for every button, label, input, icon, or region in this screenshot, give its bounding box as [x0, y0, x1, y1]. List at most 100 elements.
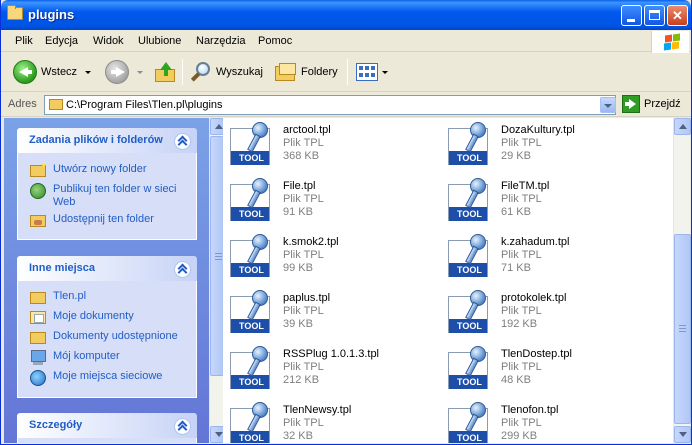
- file-item[interactable]: TOOL Tlenofon.tpl Plik TPL 299 KB: [445, 400, 645, 443]
- go-label: Przejdź: [644, 98, 681, 110]
- scroll-down-button[interactable]: [210, 426, 224, 443]
- windows-logo-icon: [651, 31, 689, 53]
- place-my-computer[interactable]: Mój komputer: [30, 350, 120, 365]
- file-name: Tlenofon.tpl: [501, 404, 559, 416]
- file-icon-label: TOOL: [449, 207, 487, 221]
- file-name: File.tpl: [283, 180, 316, 192]
- up-folder-button[interactable]: [154, 57, 176, 87]
- views-button[interactable]: [356, 57, 388, 87]
- back-button[interactable]: Wstecz: [13, 57, 77, 87]
- file-type: Plik TPL: [501, 361, 542, 373]
- file-type: Plik TPL: [501, 417, 542, 429]
- file-icon-label: TOOL: [231, 319, 269, 333]
- task-pane: Zadania plików i folderów Utwórz nowy fo…: [4, 118, 209, 443]
- task-publish-web[interactable]: Publikuj ten folder w sieci Web: [30, 183, 195, 209]
- file-type: Plik TPL: [501, 193, 542, 205]
- other-places-panel: Tlen.pl Moje dokumenty Dokumenty udostęp…: [17, 281, 197, 398]
- menu-view[interactable]: Widok: [93, 35, 124, 47]
- scroll-up-button[interactable]: [210, 118, 224, 135]
- tool-file-icon: TOOL: [230, 402, 276, 443]
- address-bar: Adres C:\Program Files\Tlen.pl\plugins P…: [1, 93, 691, 117]
- maximize-button[interactable]: [644, 5, 665, 26]
- scroll-down-button[interactable]: [674, 426, 691, 443]
- file-item[interactable]: TOOL TlenNewsy.tpl Plik TPL 32 KB: [227, 400, 427, 443]
- place-tlen[interactable]: Tlen.pl: [30, 290, 86, 304]
- file-type: Plik TPL: [283, 193, 324, 205]
- file-type: Plik TPL: [283, 305, 324, 317]
- tool-file-icon: TOOL: [230, 290, 276, 335]
- shared-documents-icon: [30, 332, 46, 344]
- collapse-icon[interactable]: [174, 418, 191, 435]
- file-item[interactable]: TOOL protokolek.tpl Plik TPL 192 KB: [445, 288, 645, 338]
- file-item[interactable]: TOOL arctool.tpl Plik TPL 368 KB: [227, 120, 427, 170]
- menu-file[interactable]: Plik: [15, 35, 33, 47]
- file-tasks-header[interactable]: Zadania plików i folderów: [17, 128, 197, 153]
- address-dropdown-button[interactable]: [600, 97, 616, 113]
- go-button[interactable]: Przejdź: [622, 95, 681, 113]
- file-size: 91 KB: [283, 206, 313, 218]
- forward-dropdown[interactable]: [137, 57, 143, 87]
- forward-arrow-icon: [105, 60, 129, 84]
- back-dropdown[interactable]: [85, 57, 91, 87]
- network-icon: [30, 370, 46, 386]
- title-bar[interactable]: plugins ✕: [1, 0, 691, 30]
- toolbar: Wstecz Wyszukaj Foldery: [1, 53, 691, 92]
- place-shared-documents[interactable]: Dokumenty udostępnione: [30, 330, 178, 344]
- explorer-window: plugins ✕ Plik Edycja Widok Ulubione Nar…: [0, 0, 692, 445]
- file-name: DozaKultury.tpl: [501, 124, 575, 136]
- task-pane-scrollbar[interactable]: [209, 118, 224, 443]
- scroll-thumb[interactable]: [674, 234, 691, 424]
- scroll-up-button[interactable]: [674, 118, 691, 135]
- file-item[interactable]: TOOL k.smok2.tpl Plik TPL 99 KB: [227, 232, 427, 282]
- file-item[interactable]: TOOL TlenDostep.tpl Plik TPL 48 KB: [445, 344, 645, 394]
- address-input[interactable]: C:\Program Files\Tlen.pl\plugins: [44, 95, 616, 115]
- menu-tools[interactable]: Narzędzia: [196, 35, 246, 47]
- minimize-button[interactable]: [621, 5, 642, 26]
- file-item[interactable]: TOOL paplus.tpl Plik TPL 39 KB: [227, 288, 427, 338]
- file-icon-label: TOOL: [449, 431, 487, 443]
- chevron-down-icon: [137, 70, 143, 74]
- file-name: arctool.tpl: [283, 124, 331, 136]
- tool-file-icon: TOOL: [448, 178, 494, 223]
- file-icon-label: TOOL: [449, 263, 487, 277]
- menu-bar: Plik Edycja Widok Ulubione Narzędzia Pom…: [1, 30, 691, 52]
- menu-favorites[interactable]: Ulubione: [138, 35, 181, 47]
- close-icon: ✕: [672, 8, 683, 23]
- file-name: paplus.tpl: [283, 292, 331, 304]
- close-button[interactable]: ✕: [667, 5, 688, 26]
- file-type: Plik TPL: [283, 137, 324, 149]
- file-size: 48 KB: [501, 374, 531, 386]
- file-size: 29 KB: [501, 150, 531, 162]
- task-new-folder[interactable]: Utwórz nowy folder: [30, 160, 147, 177]
- other-places-header[interactable]: Inne miejsca: [17, 256, 197, 281]
- file-item[interactable]: TOOL RSSPlug 1.0.1.3.tpl Plik TPL 212 KB: [227, 344, 427, 394]
- menu-help[interactable]: Pomoc: [258, 35, 292, 47]
- place-my-documents[interactable]: Moje dokumenty: [30, 310, 134, 324]
- tool-file-icon: TOOL: [448, 290, 494, 335]
- forward-button[interactable]: [105, 57, 129, 87]
- file-size: 61 KB: [501, 206, 531, 218]
- task-share-folder[interactable]: Udostępnij ten folder: [30, 213, 154, 227]
- file-item[interactable]: TOOL File.tpl Plik TPL 91 KB: [227, 176, 427, 226]
- file-size: 71 KB: [501, 262, 531, 274]
- collapse-icon[interactable]: [174, 133, 191, 150]
- file-list-scrollbar[interactable]: [673, 118, 691, 443]
- details-header[interactable]: Szczegóły: [17, 413, 197, 438]
- file-icon-label: TOOL: [449, 151, 487, 165]
- file-item[interactable]: TOOL DozaKultury.tpl Plik TPL 29 KB: [445, 120, 645, 170]
- file-type: Plik TPL: [501, 137, 542, 149]
- search-button[interactable]: Wyszukaj: [190, 57, 263, 87]
- tool-file-icon: TOOL: [448, 122, 494, 167]
- file-size: 192 KB: [501, 318, 538, 330]
- file-item[interactable]: TOOL FileTM.tpl Plik TPL 61 KB: [445, 176, 645, 226]
- folders-button[interactable]: Foldery: [275, 57, 338, 87]
- file-type: Plik TPL: [501, 305, 542, 317]
- scroll-thumb[interactable]: [210, 136, 224, 376]
- file-item[interactable]: TOOL k.zahadum.tpl Plik TPL 71 KB: [445, 232, 645, 282]
- collapse-icon[interactable]: [174, 261, 191, 278]
- menu-edit[interactable]: Edycja: [45, 35, 78, 47]
- back-label: Wstecz: [41, 66, 78, 78]
- tool-file-icon: TOOL: [448, 346, 494, 391]
- file-size: 368 KB: [283, 150, 320, 162]
- place-network[interactable]: Moje miejsca sieciowe: [30, 370, 162, 386]
